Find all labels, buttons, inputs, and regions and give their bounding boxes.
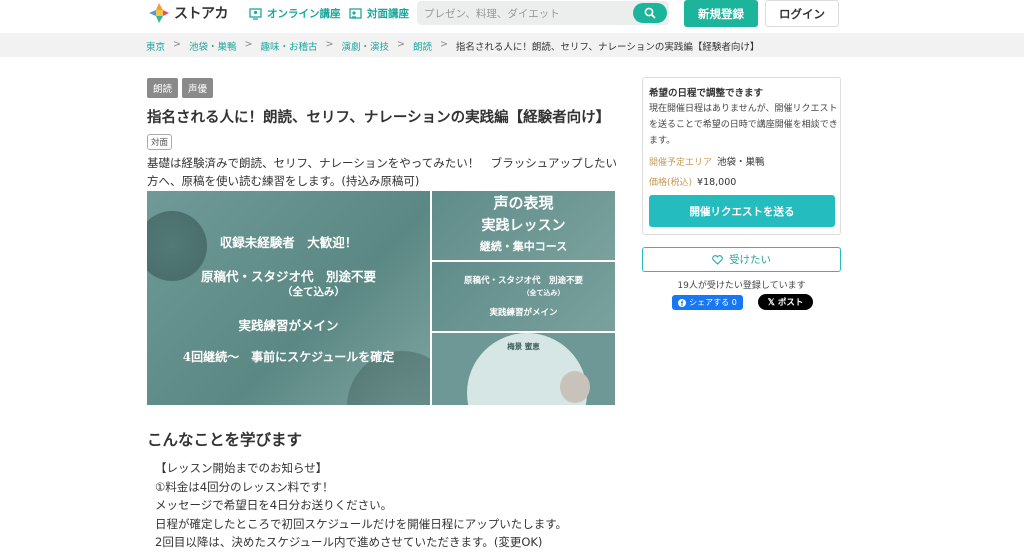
learn-line: メッセージで希望日を4日分お送りください。 xyxy=(155,498,393,512)
tag-voice-actor[interactable]: 声優 xyxy=(182,78,214,98)
thumbnail-2[interactable]: 原稿代・スタジオ代 別途不要 （全て込み） 実践練習がメイン xyxy=(432,262,615,331)
schedule-card-title: 希望の日程で調整できます xyxy=(649,88,764,99)
want-to-take-button[interactable]: 受けたい xyxy=(642,247,841,272)
breadcrumb-separator: > xyxy=(439,39,448,50)
main-image-text: 収録未経験者 大歓迎！ xyxy=(219,235,358,250)
area-value: 池袋・巣鴨 xyxy=(717,157,765,168)
price-value: ¥18,000 xyxy=(697,177,737,188)
login-button[interactable]: ログイン xyxy=(765,0,839,27)
schedule-card: 希望の日程で調整できます 現在開催日程はありませんが、開催リクエストを送ることで… xyxy=(642,77,841,235)
page-title: 指名される人に！朗読、セリフ、ナレーションの実践編【経験者向け】 xyxy=(147,110,611,126)
price-label: 価格(税込) xyxy=(649,178,693,188)
facebook-share-button[interactable]: f シェアする 0 xyxy=(672,295,743,310)
nav-offline-label: 対面講座 xyxy=(367,8,409,20)
site-logo[interactable]: ストアカ xyxy=(148,2,229,24)
area-label: 開催予定エリア xyxy=(649,158,713,168)
search-input[interactable]: プレゼン、料理、ダイエット xyxy=(424,6,560,21)
breadcrumb-current: 指名される人に！朗読、セリフ、ナレーションの実践編【経験者向け】 xyxy=(455,42,760,53)
heart-icon xyxy=(712,254,723,265)
description-line: 方へ、原稿を使い読む練習をします。(持込み原稿可) xyxy=(147,174,420,188)
send-request-button[interactable]: 開催リクエストを送る xyxy=(649,195,835,227)
signup-button[interactable]: 新規登録 xyxy=(684,0,758,27)
learn-heading: こんなことを学びます xyxy=(147,431,303,449)
facebook-share-label: シェアする 0 xyxy=(689,298,737,307)
breadcrumb-ikebukuro[interactable]: 池袋・巣鴨 xyxy=(189,39,237,53)
main-image-text: 実践練習がメイン xyxy=(238,318,339,333)
course-tags: 朗読 声優 xyxy=(147,78,214,98)
breadcrumb-separator: > xyxy=(325,39,334,50)
thumb-text: 梅景 蜜恵 xyxy=(507,342,540,351)
breadcrumb-separator: > xyxy=(173,39,181,50)
search-icon xyxy=(644,7,656,19)
breadcrumb-reading[interactable]: 朗読 xyxy=(413,39,432,53)
nav-online-courses[interactable]: オンライン講座 xyxy=(249,6,341,21)
area-row: 開催予定エリア 池袋・巣鴨 xyxy=(649,154,765,168)
main-image-text: 4回継続～ 事前にスケジュールを確定 xyxy=(182,350,395,364)
breadcrumb: 東京 > 池袋・巣鴨 > 趣味・お稽古 > 演劇・演技 > 朗読 > 指名される人に！朗読… xyxy=(0,33,1024,57)
instructor-photo xyxy=(560,371,590,403)
schedule-card-text: 現在開催日程はありませんが、開催リクエストを送ることで希望の日時で講座開催を相談… xyxy=(649,104,838,146)
main-image-text: （全て込み） xyxy=(282,286,345,298)
breadcrumb-separator: > xyxy=(396,39,405,50)
learn-line: 日程が確定したところで初回スケジュールだけを開催日程にアップいたします。 xyxy=(155,516,568,531)
thumb-text: 原稿代・スタジオ代 別途不要 xyxy=(463,276,583,286)
thumb-text: 声の表現 xyxy=(493,194,554,212)
image-gallery: 収録未経験者 大歓迎！ 原稿代・スタジオ代 別途不要 （全て込み） 実践練習がメ… xyxy=(147,191,615,405)
learn-line: 2回目以降は、決めたスケジュール内で進めさせていただきます。(変更OK) xyxy=(155,535,543,549)
logo-text: ストアカ xyxy=(174,6,229,22)
facebook-icon: f xyxy=(678,298,687,307)
header: ストアカ オンライン講座 対面講座 プレゼン、料理、ダイエット 新規登録 ログイ… xyxy=(0,0,1024,30)
classroom-icon xyxy=(349,7,362,19)
thumbnail-3[interactable]: 梅景 蜜恵 xyxy=(432,333,615,405)
nav-online-label: オンライン講座 xyxy=(267,8,341,20)
course-description: 基礎は経験済みで朗読、セリフ、ナレーションをやってみたい！ ブラッシュアップした… xyxy=(147,154,617,190)
main-course-image[interactable]: 収録未経験者 大歓迎！ 原稿代・スタジオ代 別途不要 （全て込み） 実践練習がメ… xyxy=(147,191,430,405)
search-bar: プレゼン、料理、ダイエット xyxy=(417,1,669,25)
learn-body: 【レッスン開始までのお知らせ】 ①料金は4回分のレッスン料です！ メッセージで希… xyxy=(155,459,567,552)
monitor-icon xyxy=(249,7,262,20)
breadcrumb-tokyo[interactable]: 東京 xyxy=(146,39,165,53)
search-button[interactable] xyxy=(633,3,667,23)
breadcrumb-hobby[interactable]: 趣味・お稽古 xyxy=(260,39,317,53)
price-row: 価格(税込) ¥18,000 xyxy=(649,175,736,188)
format-badge: 対面 xyxy=(147,134,173,150)
thumb-text: 実践レッスン xyxy=(481,218,566,234)
learn-line: 【レッスン開始までのお知らせ】 xyxy=(155,461,328,475)
nav-offline-courses[interactable]: 対面講座 xyxy=(349,6,409,21)
tag-reading[interactable]: 朗読 xyxy=(147,78,179,98)
thumb-text: 継続・集中コース xyxy=(479,240,568,253)
thumbnail-1[interactable]: 声の表現 実践レッスン 継続・集中コース xyxy=(432,191,615,260)
x-post-label: ポスト xyxy=(777,298,804,308)
breadcrumb-separator: > xyxy=(244,39,253,50)
breadcrumb-acting[interactable]: 演劇・演技 xyxy=(341,39,389,53)
x-icon: 𝕏 xyxy=(767,296,775,307)
thumb-text: （全て込み） xyxy=(522,288,565,297)
description-line: 基礎は経験済みで朗読、セリフ、ナレーションをやってみたい！ ブラッシュアップした… xyxy=(147,156,617,170)
want-button-label: 受けたい xyxy=(729,254,771,266)
x-post-button[interactable]: 𝕏 ポスト xyxy=(758,294,813,310)
logo-mark-icon xyxy=(148,2,170,24)
learn-line: ①料金は4回分のレッスン料です！ xyxy=(155,479,334,494)
thumb-text: 実践練習がメイン xyxy=(489,308,558,318)
main-image-text: 原稿代・スタジオ代 別途不要 xyxy=(200,269,376,284)
want-count: 19人が受けたい登録しています xyxy=(677,281,806,291)
